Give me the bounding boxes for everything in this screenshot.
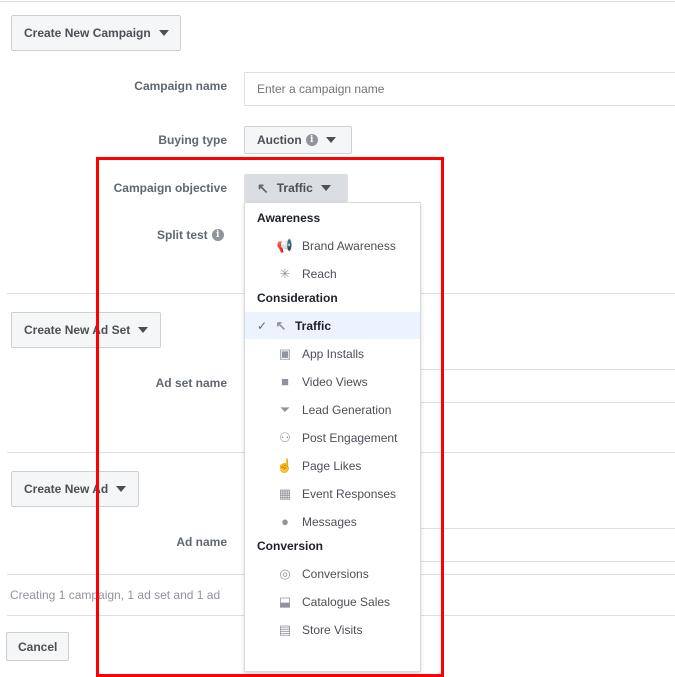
split-test-label: Split test [157,228,208,242]
menu-item-page-likes[interactable]: ☝ Page Likes [245,452,420,479]
campaign-objective-label: Campaign objective [113,181,227,195]
megaphone-icon: 📢 [276,237,294,253]
caret-down-icon [138,327,149,333]
campaign-objective-dropdown[interactable]: ↖ Traffic [244,174,348,202]
store-icon: ▤ [278,621,292,637]
thumbs-up-icon: ☝ [276,457,294,473]
buying-type-dropdown[interactable]: Auction i [244,126,352,154]
caret-down-icon [158,30,169,36]
info-icon[interactable]: i [305,134,318,146]
create-new-ad-set-button[interactable]: Create New Ad Set [11,312,161,348]
summary-text: Creating 1 campaign, 1 ad set and 1 ad [10,588,221,602]
video-camera-icon: ■ [281,374,289,389]
menu-item-post-engagement[interactable]: ⚇ Post Engagement [245,424,420,451]
menu-item-label: Catalogue Sales [302,594,391,609]
info-icon[interactable]: i [211,229,224,241]
reach-icon: ✳ [279,265,291,281]
menu-item-catalogue-sales[interactable]: ⬓ Catalogue Sales [245,588,420,615]
funnel-icon: ⏷ [279,401,291,417]
button-label: Create New Campaign [24,26,151,40]
menu-item-event-responses[interactable]: ▦ Event Responses [245,480,420,507]
menu-item-label: App Installs [302,346,365,361]
button-label: Create New Ad [24,482,109,496]
button-label: Cancel [18,639,58,654]
top-divider [0,1,675,2]
menu-item-label: Reach [302,266,337,281]
menu-group-header: Awareness [257,211,321,225]
menu-group-header: Consideration [257,291,338,305]
menu-group-header: Conversion [257,539,324,553]
box-icon: ▣ [278,345,292,361]
buying-type-value: Auction [257,133,302,147]
objective-dropdown-menu: Awareness 📢 Brand Awareness ✳ Reach Considera… [244,202,421,672]
menu-item-label: Event Responses [302,486,397,501]
menu-item-conversions[interactable]: ◎ Conversions [245,560,420,587]
people-icon: ⚇ [279,429,291,445]
menu-item-video-views[interactable]: ■ Video Views [245,368,420,395]
globe-icon: ◎ [279,565,291,581]
campaign-name-label: Campaign name [134,79,227,93]
ad-name-label: Ad name [176,535,227,549]
menu-item-label: Lead Generation [302,402,392,417]
caret-down-icon [116,486,127,492]
cancel-button[interactable]: Cancel [6,632,69,661]
menu-item-label: Messages [302,514,357,529]
menu-item-reach[interactable]: ✳ Reach [245,260,420,287]
menu-item-label: Traffic [295,318,332,333]
caret-down-icon [320,185,331,191]
create-new-ad-button[interactable]: Create New Ad [11,471,139,507]
split-test-label-row: Split test i [157,228,224,242]
buying-type-label: Buying type [158,133,227,147]
menu-item-lead-generation[interactable]: ⏷ Lead Generation [245,396,420,423]
menu-item-label: Conversions [302,566,369,581]
menu-item-store-visits[interactable]: ▤ Store Visits [245,616,420,643]
ad-set-name-label: Ad set name [155,376,227,390]
campaign-name-input[interactable] [244,72,675,106]
menu-item-messages[interactable]: ● Messages [245,508,420,535]
objective-value: Traffic [276,181,313,195]
menu-item-traffic[interactable]: ✓ ↖ Traffic [245,312,420,339]
menu-item-label: Page Likes [302,458,362,473]
menu-item-label: Brand Awareness [302,238,396,253]
menu-item-label: Post Engagement [302,430,398,445]
cart-icon: ⬓ [278,593,292,609]
check-icon: ✓ [257,318,268,333]
chat-bubbles-icon: ● [281,514,289,529]
calendar-icon: ▦ [278,485,292,501]
menu-item-label: Video Views [302,374,368,389]
create-new-campaign-button[interactable]: Create New Campaign [11,15,181,51]
cursor-icon: ↖ [275,317,287,333]
caret-down-icon [325,137,336,143]
cursor-icon: ↖ [257,179,269,196]
menu-item-app-installs[interactable]: ▣ App Installs [245,340,420,367]
menu-item-brand-awareness[interactable]: 📢 Brand Awareness [245,232,420,259]
menu-item-label: Store Visits [302,622,363,637]
button-label: Create New Ad Set [24,323,131,337]
